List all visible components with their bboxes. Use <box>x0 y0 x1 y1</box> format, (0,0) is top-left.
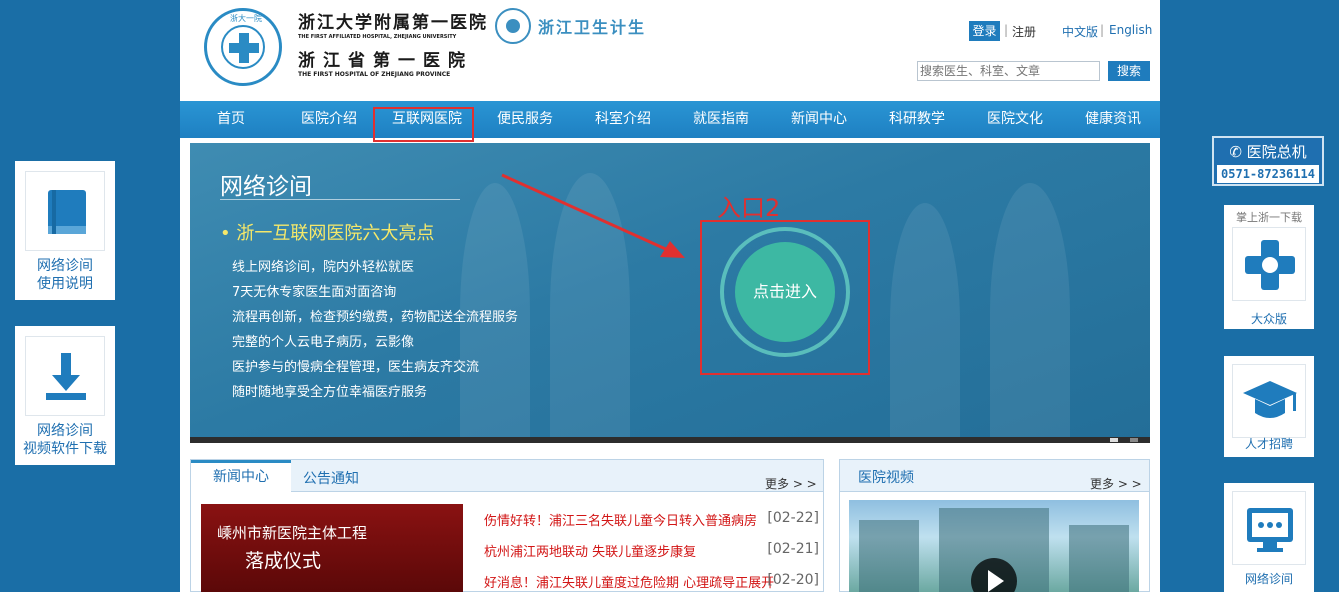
nav-item-culture[interactable]: 医院文化 <box>978 101 1052 138</box>
app-logo-icon <box>1232 227 1306 301</box>
phone-icon: ✆ <box>1229 143 1247 161</box>
video-panel-title: 医院视频 <box>858 470 914 486</box>
tab-news-center[interactable]: 新闻中心 <box>191 460 291 493</box>
nav-item-research[interactable]: 科研教学 <box>880 101 954 138</box>
news-photo[interactable]: 嵊州市新医院主体工程 落成仪式 <box>201 504 463 592</box>
news-list-item[interactable]: 杭州浦江两地联动 失联儿童逐步康复 [02-21] <box>484 541 819 561</box>
main-nav: 首页 医院介绍 互联网医院 便民服务 科室介绍 就医指南 新闻中心 科研教学 医… <box>180 101 1160 138</box>
banner-feature-line: 7天无休专家医生面对面咨询 <box>232 285 397 300</box>
banner-subtitle: • 浙一互联网医院六大亮点 <box>220 223 435 244</box>
nav-item-departments[interactable]: 科室介绍 <box>586 101 660 138</box>
lang-english-link[interactable]: English <box>1109 23 1152 37</box>
video-more-link[interactable]: 更多 > > <box>1090 475 1142 492</box>
usage-guide-label-2: 使用说明 <box>37 276 93 292</box>
divider: | <box>1004 23 1009 37</box>
book-icon <box>25 171 105 251</box>
nav-item-news[interactable]: 新闻中心 <box>782 101 856 138</box>
banner-title-underline <box>220 199 460 200</box>
nav-item-home[interactable]: 首页 <box>199 101 263 138</box>
province-hospital-name-en: THE FIRST HOSPITAL OF ZHEJIANG PROVINCE <box>298 71 451 78</box>
main-column: 浙大一院 浙江大学附属第一医院 THE FIRST AFFILIATED HOS… <box>180 0 1160 592</box>
search-button[interactable]: 搜索 <box>1108 61 1150 81</box>
entry-annotation-label: 入口2 <box>717 194 781 222</box>
news-more-link[interactable]: 更多 > > <box>765 475 817 492</box>
banner-feature-line: 随时随地享受全方位幸福医疗服务 <box>232 385 428 400</box>
thumbnail-building <box>1069 525 1129 592</box>
logo-seal-text: 浙大一院 <box>230 14 262 23</box>
hotline-label: ✆ 医院总机 <box>1229 143 1307 161</box>
video-thumbnail[interactable] <box>849 500 1139 592</box>
hospital-logo[interactable]: 浙大一院 <box>204 8 282 86</box>
province-hospital-name-cn: 浙江省第一医院 <box>298 51 473 71</box>
nav-item-services[interactable]: 便民服务 <box>488 101 562 138</box>
search-input[interactable] <box>917 61 1100 81</box>
online-clinic-banner: 网络诊间 • 浙一互联网医院六大亮点 线上网络诊间，院内外轻松就医 7天无休专家… <box>190 143 1150 443</box>
nav-item-health-info[interactable]: 健康资讯 <box>1076 101 1150 138</box>
banner-feature-line: 医护参与的慢病全程管理，医生病友齐交流 <box>232 360 480 375</box>
online-clinic-card[interactable]: 网络诊间 <box>1224 483 1314 592</box>
video-software-download-card[interactable]: 网络诊间 视频软件下载 <box>15 326 115 465</box>
banner-figure <box>990 183 1070 443</box>
hotline-box: ✆ 医院总机 0571-87236114 <box>1212 136 1324 186</box>
divider: | <box>1100 23 1105 37</box>
app-download-caption: 掌上浙一下载 <box>1236 211 1302 224</box>
nav-annotation-box <box>373 107 474 142</box>
online-clinic-label: 网络诊间 <box>1244 572 1293 586</box>
chat-monitor-icon <box>1232 491 1306 565</box>
usage-guide-card[interactable]: 网络诊间 使用说明 <box>15 161 115 300</box>
news-item-title[interactable]: 伤情好转！浦江三名失联儿童今日转入普通病房 <box>484 510 757 529</box>
health-commission-name[interactable]: 浙江卫生计生 <box>538 14 646 38</box>
news-item-date: [02-21] <box>767 541 819 557</box>
nav-item-about[interactable]: 医院介绍 <box>293 101 365 138</box>
news-item-date: [02-22] <box>767 510 819 526</box>
slider-dot[interactable] <box>1130 438 1138 442</box>
news-item-title[interactable]: 好消息！浦江失联儿童度过危险期 心理疏导正展开 <box>484 572 774 591</box>
banner-feature-line: 线上网络诊间，院内外轻松就医 <box>232 260 415 275</box>
banner-slider-bar <box>190 437 1150 443</box>
logo-cross-horizontal <box>229 43 259 53</box>
news-item-title[interactable]: 杭州浦江两地联动 失联儿童逐步康复 <box>484 541 696 560</box>
login-button[interactable]: 登录 <box>969 21 1000 41</box>
recruitment-card[interactable]: 人才招聘 <box>1224 356 1314 457</box>
video-download-label-2: 视频软件下载 <box>23 441 107 457</box>
news-list-item[interactable]: 好消息！浦江失联儿童度过危险期 心理疏导正展开 [02-20] <box>484 572 819 592</box>
register-link[interactable]: 注册 <box>1012 23 1036 40</box>
slider-dot[interactable] <box>1110 438 1118 442</box>
app-label: 大众版 <box>1250 312 1287 326</box>
annotation-arrow-icon <box>501 173 685 258</box>
tab-announcements[interactable]: 公告通知 <box>303 468 359 488</box>
health-commission-logo-icon[interactable] <box>495 8 531 44</box>
banner-feature-line: 完整的个人云电子病历，云影像 <box>232 335 415 350</box>
banner-title: 网络诊间 <box>220 174 312 200</box>
download-icon <box>25 336 105 416</box>
hospital-name-cn: 浙江大学附属第一医院 <box>298 13 488 33</box>
banner-figure <box>890 203 960 443</box>
hospital-name-en: THE FIRST AFFILIATED HOSPITAL, ZHEJIANG … <box>298 34 457 40</box>
photo-caption-line-2: 落成仪式 <box>245 550 322 572</box>
video-panel: 医院视频 更多 > > <box>839 459 1150 592</box>
video-download-label-1: 网络诊间 <box>37 423 93 439</box>
news-list-item[interactable]: 伤情好转！浦江三名失联儿童今日转入普通病房 [02-22] <box>484 510 819 530</box>
graduation-cap-icon <box>1232 364 1306 438</box>
news-panel: 新闻中心 公告通知 更多 > > 嵊州市新医院主体工程 落成仪式 伤情好转！浦江… <box>190 459 824 592</box>
banner-feature-line: 流程再创新，检查预约缴费，药物配送全流程服务 <box>232 310 519 325</box>
hotline-number: 0571-87236114 <box>1217 165 1319 183</box>
thumbnail-building <box>859 520 919 592</box>
nav-item-guide[interactable]: 就医指南 <box>684 101 758 138</box>
news-panel-header: 新闻中心 公告通知 更多 > > <box>191 460 823 493</box>
enter-online-clinic-button[interactable]: 点击进入 <box>735 242 835 342</box>
news-item-date: [02-20] <box>767 572 819 588</box>
lang-chinese-link[interactable]: 中文版 <box>1062 23 1098 40</box>
photo-caption-line-1: 嵊州市新医院主体工程 <box>217 524 368 542</box>
video-panel-header: 医院视频 更多 > > <box>840 460 1149 492</box>
usage-guide-label-1: 网络诊间 <box>37 258 93 274</box>
site-header: 浙大一院 浙江大学附属第一医院 THE FIRST AFFILIATED HOS… <box>180 0 1160 101</box>
app-download-card[interactable]: 掌上浙一下载 大众版 <box>1224 205 1314 329</box>
recruitment-label: 人才招聘 <box>1244 437 1293 451</box>
